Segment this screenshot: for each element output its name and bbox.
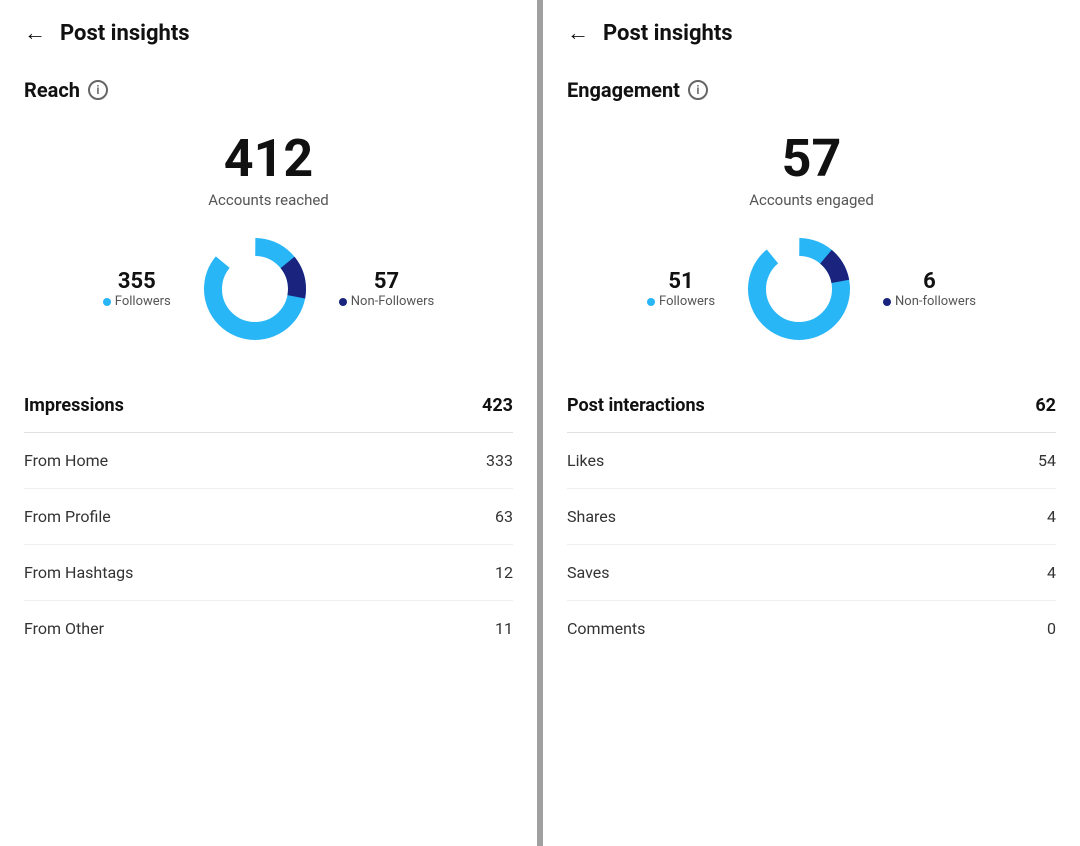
list-item: From Home 333: [24, 433, 513, 489]
left-back-button[interactable]: ←: [24, 20, 46, 46]
list-item: Saves 4: [567, 545, 1056, 601]
eng-followers-dot: [647, 298, 655, 306]
accounts-reached-number: 412: [24, 130, 513, 187]
list-item: Shares 4: [567, 489, 1056, 545]
list-item: Comments 0: [567, 601, 1056, 656]
post-interactions-value: 62: [1035, 395, 1056, 416]
reach-info-icon[interactable]: i: [88, 80, 108, 100]
post-interactions-label: Post interactions: [567, 395, 705, 416]
post-interactions-row: Post interactions 62: [567, 385, 1056, 433]
impressions-breakdown: From Home 333 From Profile 63 From Hasht…: [24, 433, 513, 656]
followers-count: 355: [103, 269, 171, 294]
eng-nonfollowers-label: Non-followers: [883, 294, 976, 309]
engagement-donut-row: 51 Followers 6 Non-followers: [567, 229, 1056, 349]
nonfollowers-legend: 57 Non-Followers: [339, 269, 434, 309]
left-panel: ← Post insights Reach i 412 Accounts rea…: [0, 0, 543, 846]
list-item: From Hashtags 12: [24, 545, 513, 601]
reach-stats: 412 Accounts reached: [24, 130, 513, 209]
impressions-label: Impressions: [24, 395, 124, 416]
engagement-stats: 57 Accounts engaged: [567, 130, 1056, 209]
engagement-donut-chart: [739, 229, 859, 349]
interactions-breakdown: Likes 54 Shares 4 Saves 4 Comments 0: [567, 433, 1056, 656]
nonfollowers-label: Non-Followers: [339, 294, 434, 309]
impressions-value: 423: [482, 395, 513, 416]
right-back-button[interactable]: ←: [567, 20, 589, 46]
followers-label: Followers: [103, 294, 171, 309]
engagement-info-icon[interactable]: i: [688, 80, 708, 100]
nonfollowers-count: 57: [339, 269, 434, 294]
eng-followers-count: 51: [647, 269, 715, 294]
list-item: Likes 54: [567, 433, 1056, 489]
nonfollowers-dot: [339, 298, 347, 306]
accounts-engaged-label: Accounts engaged: [567, 191, 1056, 209]
accounts-engaged-number: 57: [567, 130, 1056, 187]
right-header: ← Post insights: [567, 20, 1056, 46]
eng-nonfollowers-count: 6: [883, 269, 976, 294]
right-panel: ← Post insights Engagement i 57 Accounts…: [543, 0, 1080, 846]
eng-nonfollowers-dot: [883, 298, 891, 306]
list-item: From Profile 63: [24, 489, 513, 545]
eng-followers-label: Followers: [647, 294, 715, 309]
followers-legend: 355 Followers: [103, 269, 171, 309]
followers-dot: [103, 298, 111, 306]
eng-nonfollowers-legend: 6 Non-followers: [883, 269, 976, 309]
accounts-reached-label: Accounts reached: [24, 191, 513, 209]
list-item: From Other 11: [24, 601, 513, 656]
right-section-title: Engagement i: [567, 78, 1056, 102]
left-page-title: Post insights: [60, 21, 190, 46]
left-header: ← Post insights: [24, 20, 513, 46]
left-section-title: Reach i: [24, 78, 513, 102]
right-page-title: Post insights: [603, 21, 733, 46]
reach-donut-row: 355 Followers 57 Non-Followers: [24, 229, 513, 349]
impressions-row: Impressions 423: [24, 385, 513, 433]
eng-followers-legend: 51 Followers: [647, 269, 715, 309]
reach-donut-chart: [195, 229, 315, 349]
